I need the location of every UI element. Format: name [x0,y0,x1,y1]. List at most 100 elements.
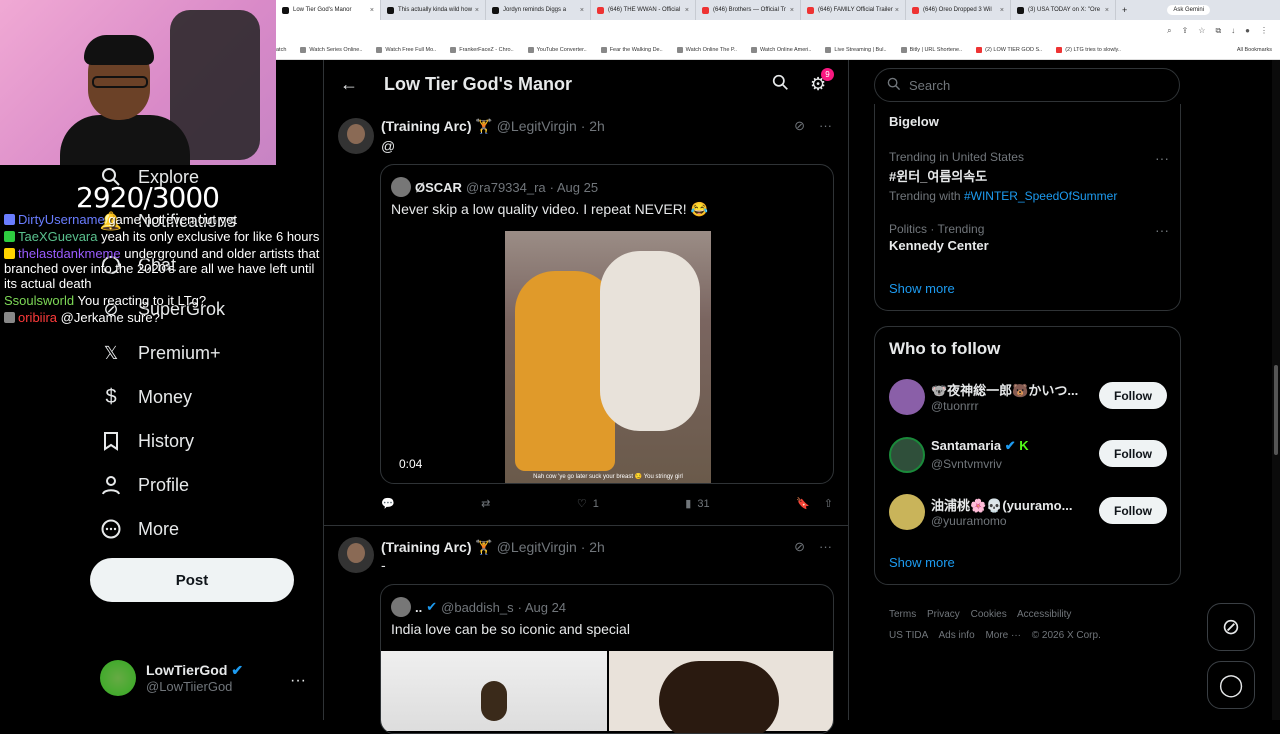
browser-tab[interactable]: (646) Brothers — Official Tr × [696,0,801,20]
more-dots-icon[interactable]: ··· [1155,222,1169,238]
scrollbar-thumb[interactable] [1274,365,1278,455]
avatar[interactable] [338,537,374,573]
follow-suggestion[interactable]: 🐨夜神総一郎🐻かいつ... @tuonrrr Follow [889,379,1169,419]
nav-money[interactable]: $ Money [100,386,192,408]
bookmark-item[interactable]: Fear the Walking De.. [600,47,663,53]
repost-button[interactable]: ⇄ [481,497,490,510]
search-icon[interactable] [772,74,789,96]
tweet-author-name[interactable]: (Training Arc) 🏋 [381,118,493,134]
show-more-link[interactable]: Show more [889,281,955,296]
search-input[interactable]: Search [874,68,1180,102]
extensions-icon[interactable]: ⧉ [1215,26,1221,36]
tweet-author-name[interactable]: (Training Arc) 🏋 [381,539,493,555]
grok-floating-button[interactable]: ⊘ [1207,603,1255,651]
quoted-tweet[interactable]: .. ✔ @baddish_s · Aug 24 India love can … [380,584,834,734]
avatar[interactable] [338,118,374,154]
profile-avatar-icon[interactable]: ● [1245,26,1250,36]
new-tab-icon[interactable]: + [1122,5,1127,15]
follow-suggestion[interactable]: 油浦桃🌸💀(yuuramo... @yuuramomo Follow [889,494,1169,534]
footer-link[interactable]: Terms [889,609,916,620]
close-tab-icon[interactable]: × [895,7,899,14]
follow-button[interactable]: Follow [1099,382,1167,409]
bookmark-item[interactable]: atch [276,47,286,53]
star-icon[interactable]: ☆ [1198,26,1205,36]
more-dots-icon[interactable]: ··· [819,539,832,555]
bookmark-item[interactable]: Watch Series Online.. [300,47,362,53]
footer-link[interactable]: US TIDA [889,630,928,641]
all-bookmarks[interactable]: All Bookmarks [1237,47,1272,53]
tweet-author-handle[interactable]: @LegitVirgin [497,118,577,134]
browser-tab[interactable]: Low Tier God's Manor × [276,0,381,20]
back-arrow-icon[interactable]: ← [340,74,358,95]
download-icon[interactable]: ↓ [1231,26,1235,36]
trend-item[interactable]: Trending in United States #윈터_여름의속도 Tren… [889,150,1169,203]
trend-item[interactable]: Politics · Trending Kennedy Center ··· [889,222,1169,253]
follow-button[interactable]: Follow [1099,440,1167,467]
footer-link[interactable]: Ads info [939,630,975,641]
browser-tab[interactable]: (646) FAMILY Official Trailer × [801,0,906,20]
bookmark-favicon-icon [450,47,457,53]
close-tab-icon[interactable]: × [790,7,794,14]
tweet-author-handle[interactable]: @LegitVirgin [497,539,577,555]
footer-link[interactable]: More ··· [985,630,1021,641]
show-more-link[interactable]: Show more [889,555,955,570]
trend-hashtag-link[interactable]: #WINTER_SpeedOfSummer [964,189,1117,203]
trend-item[interactable]: Bigelow [889,112,1169,129]
close-tab-icon[interactable]: × [580,7,584,14]
browser-tab[interactable]: Jordyn reminds Diggs a × [486,0,591,20]
browser-tab[interactable]: (646) THE WWAN - Official × [591,0,696,20]
nav-history[interactable]: History [100,430,194,452]
account-switcher[interactable]: LowTierGod ✔ @LowTiierGod [100,660,243,696]
footer-link[interactable]: Accessibility [1017,609,1071,620]
quoted-tweet[interactable]: ØSCAR @ra79334_ra · Aug 25 Never skip a … [380,164,834,484]
share-icon[interactable]: ⇪ [1182,26,1189,36]
tweet[interactable]: (Training Arc) 🏋 @LegitVirgin · 2h ⊘ ···… [324,527,848,734]
tweet[interactable]: (Training Arc) 🏋 @LegitVirgin · 2h ⊘ ···… [324,108,848,526]
grok-icon[interactable]: ⊘ [794,539,805,555]
bookmark-item[interactable]: YouTube Converter.. [527,47,587,53]
close-tab-icon[interactable]: × [475,7,479,14]
menu-dots-icon[interactable]: ⋮ [1260,26,1268,36]
bookmark-item[interactable]: Live Streaming | Bul.. [825,47,887,53]
ask-gemini-button[interactable]: Ask Gemini [1167,5,1210,15]
quote-image[interactable] [381,651,607,731]
close-tab-icon[interactable]: × [685,7,689,14]
video-player[interactable]: Nah cow 'ye go later suck your breast 😏 … [505,231,711,483]
suggestion-name: Santamaria ✔ K [931,438,1029,453]
bookmark-item[interactable]: Bitly | URL Shortene.. [900,47,962,53]
grok-icon[interactable]: ⊘ [794,118,805,134]
more-dots-icon[interactable]: ··· [819,118,832,134]
post-button[interactable]: Post [90,558,294,602]
zoom-icon[interactable]: ⌕ [1167,26,1171,36]
messages-floating-button[interactable]: ◯ [1207,661,1255,709]
nav-more[interactable]: More [100,518,179,540]
browser-tab[interactable]: This actually kinda wild how × [381,0,486,20]
share-icon[interactable]: ⇧ [824,497,833,510]
more-dots-icon[interactable]: ··· [290,672,306,690]
bookmark-item[interactable]: Watch Online Ameri.. [750,47,811,53]
bookmark-item[interactable]: (2) LOW TIER GOD S.. [976,47,1042,53]
nav-premium[interactable]: 𝕏 Premium+ [100,342,221,364]
reply-button[interactable]: 💬 [381,497,395,510]
bookmark-item[interactable]: (2) LTG tries to slowly.. [1056,47,1121,53]
bookmark-action-button[interactable]: 🔖 ⇧ [796,497,833,510]
close-tab-icon[interactable]: × [370,7,374,14]
follow-suggestion[interactable]: Santamaria ✔ K @Svntvmvriv Follow [889,437,1169,477]
quote-time: · Aug 25 [549,179,599,195]
more-dots-icon[interactable]: ··· [1155,150,1169,166]
close-tab-icon[interactable]: × [1105,7,1109,14]
bookmark-item[interactable]: Watch Online The P.. [676,47,737,53]
nav-profile[interactable]: Profile [100,474,189,496]
quote-image[interactable] [609,651,833,733]
follow-button[interactable]: Follow [1099,497,1167,524]
bookmark-item[interactable]: FrankerFaceZ - Chro.. [450,47,514,53]
browser-tab[interactable]: (3) USA TODAY on X: "Ore × [1011,0,1116,20]
views-button[interactable]: ▮ 31 [685,497,709,511]
footer-link[interactable]: Privacy [927,609,960,620]
close-tab-icon[interactable]: × [1000,7,1004,14]
scrollbar[interactable] [1272,60,1280,720]
browser-tab[interactable]: (646) Oreo Dropped 3 Wil × [906,0,1011,20]
like-button[interactable]: ♡ 1 [577,497,599,511]
bookmark-item[interactable]: Watch Free Full Mo.. [376,47,436,53]
footer-link[interactable]: Cookies [971,609,1007,620]
